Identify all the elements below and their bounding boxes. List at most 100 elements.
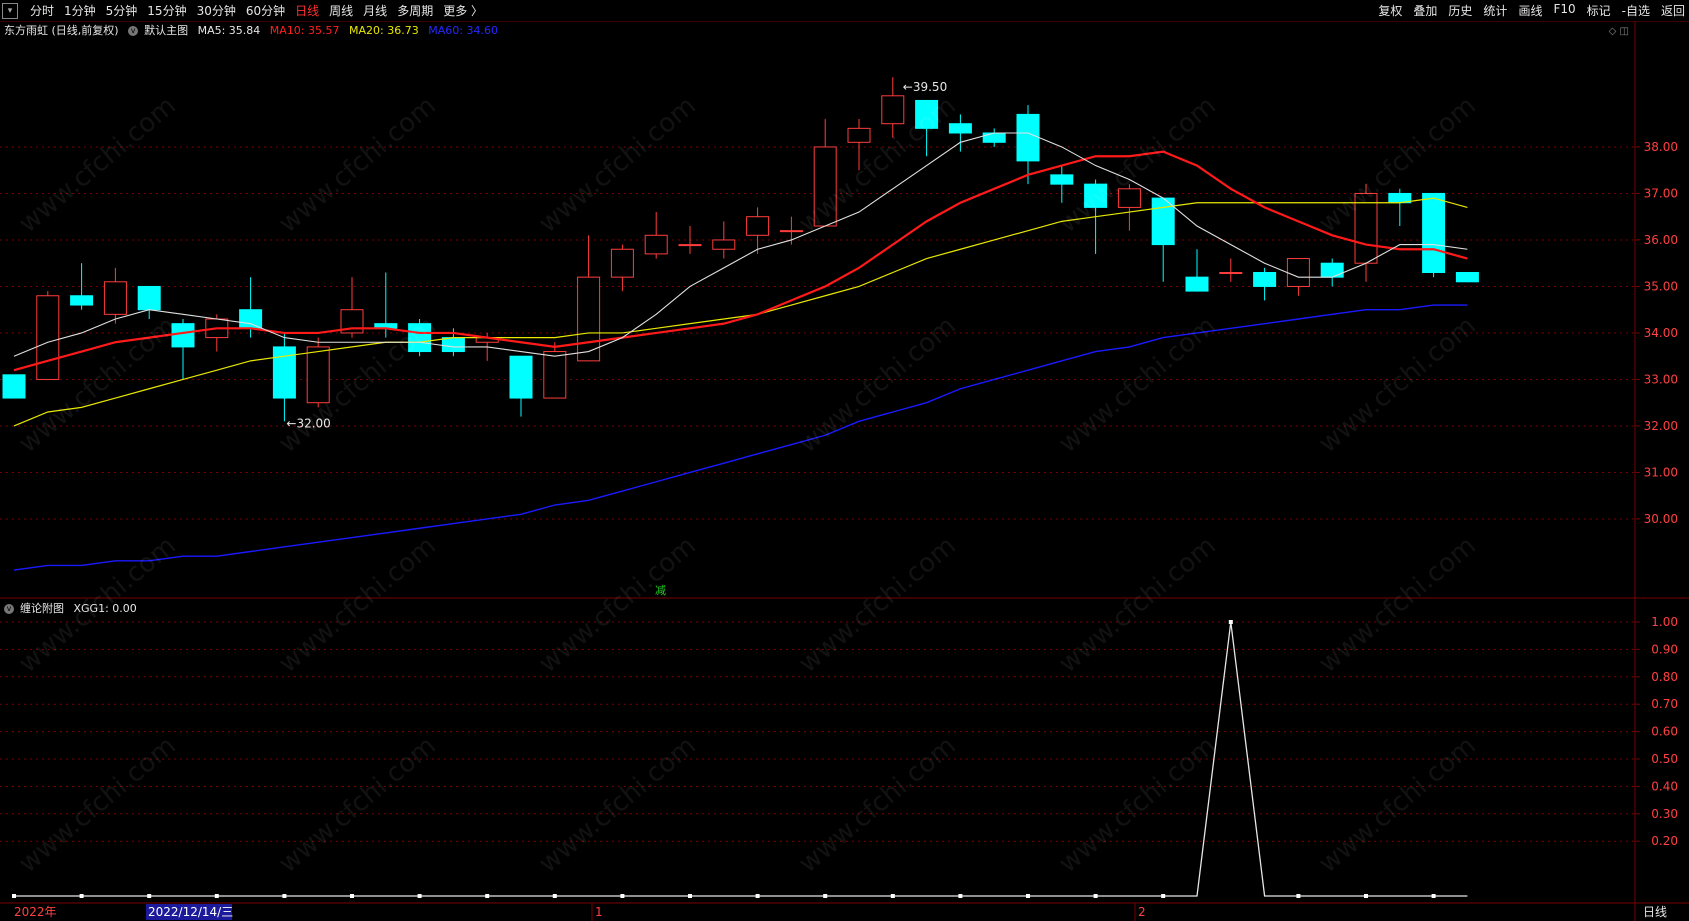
xgg1-dot — [1026, 894, 1030, 898]
candle-body — [712, 239, 736, 250]
history-button[interactable]: 历史 — [1448, 2, 1472, 19]
sub-y-tick-label: 1.00 — [1651, 615, 1678, 629]
candle-body — [171, 323, 195, 348]
tab-daily[interactable]: 日线 — [295, 2, 319, 19]
chevron-down-icon[interactable]: v — [128, 26, 139, 36]
ma10-line — [13, 150, 1468, 372]
main-y-tick-label: 32.00 — [1644, 419, 1678, 433]
xgg1-dot — [485, 894, 490, 898]
menu-icon[interactable]: ▾ — [2, 2, 18, 19]
indicator-name[interactable]: 默认主图 — [144, 24, 188, 37]
xgg1-dot — [823, 894, 828, 898]
xgg1-dot — [1431, 894, 1436, 898]
chevron-down-icon[interactable]: v — [4, 604, 14, 614]
xgg1-dot — [958, 894, 963, 898]
tab-weekly[interactable]: 周线 — [329, 2, 353, 19]
candle-body — [408, 323, 432, 353]
overlay-button[interactable]: 叠加 — [1413, 2, 1437, 19]
candle-body — [1084, 183, 1108, 208]
main-indicator-bar: 东方雨虹 (日线,前复权) v 默认主图 MA5: 35.84 MA10: 35.… — [0, 22, 504, 39]
candle-body — [1117, 188, 1141, 208]
candle-body — [881, 95, 905, 125]
xgg1-dot — [1364, 894, 1368, 898]
main-y-tick-label: 35.00 — [1644, 279, 1678, 293]
fuquan-button[interactable]: 复权 — [1378, 2, 1402, 19]
candle-body — [847, 127, 871, 143]
tab-monthly[interactable]: 月线 — [363, 2, 387, 19]
sub-y-tick-label: 0.90 — [1651, 642, 1678, 656]
candle-body — [746, 216, 770, 236]
watchlist-button[interactable]: -自选 — [1622, 2, 1650, 19]
candle-body — [1253, 272, 1277, 287]
main-y-tick-label: 33.00 — [1644, 372, 1678, 386]
ma10-value: MA10: 35.57 — [269, 24, 340, 37]
chart-canvas[interactable]: 38.00 37.00 36.00 35.00 34.00 33.00 32.00 31.00… — [0, 0, 1689, 921]
tab-15min[interactable]: 15分钟 — [147, 2, 186, 19]
candle-body — [239, 309, 263, 329]
tab-fenshi[interactable]: 分时 — [30, 2, 54, 19]
signal-marker: 减 — [655, 584, 666, 597]
tab-more[interactable]: 更多 〉 — [443, 2, 483, 19]
x-label-year: 2022年 — [14, 905, 57, 919]
candle-body — [948, 123, 972, 134]
main-y-tick-label: 38.00 — [1644, 140, 1678, 154]
xgg1-dot — [890, 894, 895, 898]
main-y-tick-label: 36.00 — [1644, 233, 1678, 247]
stats-button[interactable]: 统计 — [1483, 2, 1507, 19]
main-y-tick-label: 34.00 — [1644, 326, 1678, 340]
candle-body — [543, 351, 567, 399]
candle-body — [1016, 113, 1040, 162]
xgg1-dot — [620, 894, 625, 898]
sub-indicator-bar: v 缠论附图 XGG1: 0.00 — [4, 600, 143, 616]
candle-body — [644, 234, 668, 255]
xgg1-dot — [417, 894, 422, 898]
ma5-line — [13, 132, 1468, 357]
sub-y-tick-label: 0.80 — [1651, 670, 1678, 684]
draw-button[interactable]: 画线 — [1518, 2, 1542, 19]
tab-multi-period[interactable]: 多周期 — [397, 2, 433, 19]
candle-body — [70, 295, 94, 306]
candle-body — [813, 146, 837, 227]
xgg1-dot — [688, 894, 692, 898]
candle-body — [103, 281, 127, 315]
xgg1-dot — [12, 894, 16, 898]
candle-body — [915, 99, 939, 129]
tab-1min[interactable]: 1分钟 — [64, 2, 96, 19]
xgg1-dot — [79, 894, 84, 898]
right-toolbar: 复权 叠加 历史 统计 画线 F10 标记 -自选 返回 — [1367, 2, 1685, 19]
ma20-line — [13, 197, 1468, 427]
candle-body — [1455, 272, 1479, 283]
candle-body — [1185, 276, 1209, 292]
panel-options-icon[interactable]: ◇ ◫ — [1609, 26, 1629, 37]
high-price-label: ←39.50 — [903, 80, 947, 94]
tab-5min[interactable]: 5分钟 — [106, 2, 138, 19]
ma20-value: MA20: 36.73 — [349, 24, 419, 37]
xgg1-dot — [214, 894, 219, 898]
candle-body — [509, 355, 533, 399]
xgg1-dot — [1161, 894, 1166, 898]
candle-body — [779, 230, 803, 233]
candle-body — [1422, 192, 1446, 273]
f10-button[interactable]: F10 — [1553, 2, 1575, 19]
xgg1-dot — [1093, 894, 1098, 898]
xgg1-dot — [1228, 620, 1233, 624]
mark-button[interactable]: 标记 — [1587, 2, 1611, 19]
stock-title: 东方雨虹 (日线,前复权) — [4, 24, 119, 37]
tab-60min[interactable]: 60分钟 — [246, 2, 285, 19]
sub-y-tick-label: 0.30 — [1651, 807, 1678, 821]
ma60-line — [13, 304, 1468, 571]
xgg1-value: XGG1: 0.00 — [73, 602, 137, 615]
back-button[interactable]: 返回 — [1661, 2, 1685, 19]
candle-body — [441, 337, 465, 353]
x-label-month: 1 — [595, 905, 603, 919]
main-y-tick-label: 31.00 — [1644, 465, 1678, 479]
xgg1-dot — [1296, 894, 1301, 898]
candle-body — [1050, 174, 1074, 185]
tab-30min[interactable]: 30分钟 — [197, 2, 236, 19]
sub-y-tick-label: 0.50 — [1651, 752, 1678, 766]
candle-body — [982, 132, 1006, 143]
main-y-tick-label: 37.00 — [1644, 186, 1678, 200]
period-label: 日线 — [1643, 905, 1667, 919]
sub-indicator-name[interactable]: 缠论附图 — [20, 602, 64, 615]
sub-y-tick-label: 0.60 — [1651, 725, 1678, 739]
